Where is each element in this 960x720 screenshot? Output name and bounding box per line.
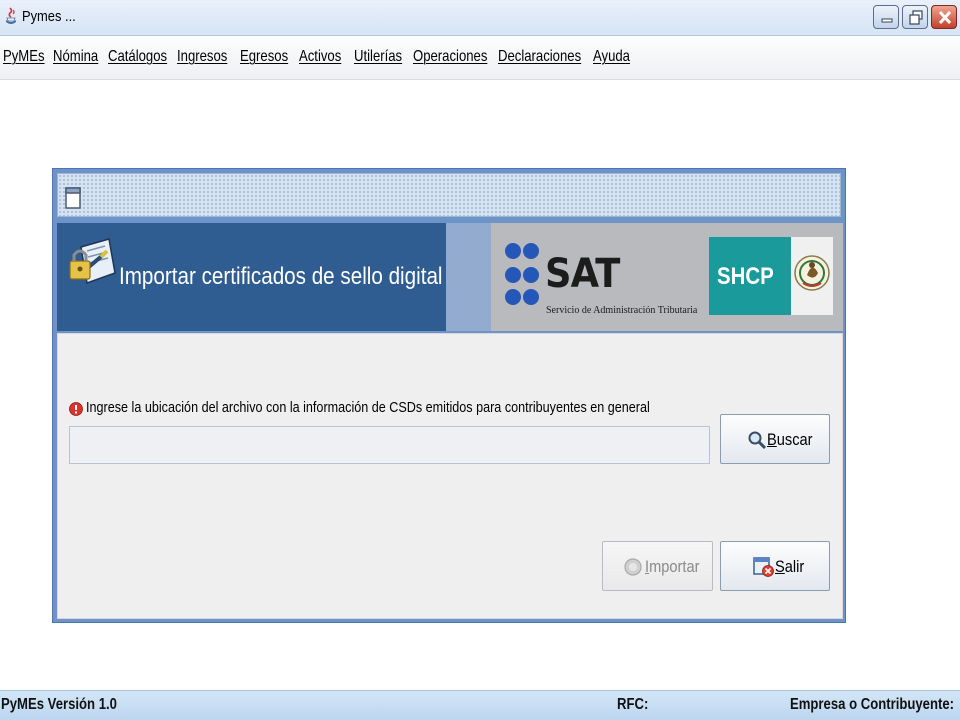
shcp-logo-text: SHCP [717,263,774,290]
window-title: Pymes ... [22,8,76,25]
java-app-icon [6,7,16,24]
sat-logo-text: SAT [545,251,620,297]
dialog-header: Importar certificados de sello digital S… [57,223,843,331]
dialog-content: Ingrese la ubicación del archivo con la … [57,333,843,619]
menu-declaraciones[interactable]: Declaraciones [498,48,581,66]
buscar-label: uscar [776,430,813,449]
menu-nomina[interactable]: Nómina [53,48,98,66]
empresa-label: Empresa o Contribuyente: [790,696,955,713]
menu-operaciones[interactable]: Operaciones [413,48,487,66]
restore-button[interactable] [902,5,928,29]
minimize-button[interactable] [873,5,899,29]
rfc-label: RFC: [617,696,649,713]
internal-frame-title-bar[interactable] [57,173,841,217]
close-button[interactable] [931,5,957,29]
status-bar: PyMEs Versión 1.0 RFC: Empresa o Contrib… [0,690,960,720]
buscar-button[interactable]: Buscar [720,414,830,464]
buscar-mnemonic: B [767,430,777,449]
import-csd-window: Importar certificados de sello digital S… [52,168,846,623]
exit-icon [753,557,774,577]
file-location-label: Ingrese la ubicación del archivo con la … [86,399,650,416]
search-icon [748,431,767,450]
import-disabled-icon [624,558,642,576]
menu-utilerias[interactable]: Utilerías [354,48,402,66]
shcp-logo: SHCP [709,237,791,315]
version-label: PyMEs Versión 1.0 [1,696,117,713]
restore-icon [909,10,923,25]
importar-button[interactable]: Importar [602,541,713,591]
dialog-heading: Importar certificados de sello digital [119,263,443,290]
salir-button[interactable]: Salir [720,541,830,591]
menu-ingresos[interactable]: Ingresos [177,48,227,66]
close-icon [938,10,952,25]
menu-activos[interactable]: Activos [299,48,341,66]
minimize-icon [881,18,893,23]
menu-bar: PyMEs Nómina Catálogos Ingresos Egresos … [0,36,960,80]
header-separator [446,223,491,331]
sat-subtitle: Servicio de Administración Tributaria [546,305,698,316]
menu-ayuda[interactable]: Ayuda [593,48,630,66]
menu-catalogos[interactable]: Catálogos [108,48,167,66]
certificate-lock-icon [69,238,116,285]
importar-label: mportar [649,557,700,576]
frame-document-icon [65,187,81,209]
file-path-input[interactable] [69,426,710,464]
salir-label: alir [784,557,805,576]
required-field-icon [69,402,83,416]
mexico-seal-icon [794,255,830,291]
header-title-panel: Importar certificados de sello digital [57,223,446,331]
mexico-seal-panel [791,237,833,315]
header-logos-panel: SAT Servicio de Administración Tributari… [491,223,843,331]
salir-mnemonic: S [775,557,785,576]
menu-egresos[interactable]: Egresos [240,48,288,66]
menu-pymes[interactable]: PyMEs [3,48,45,66]
window-title-bar: Pymes ... [0,0,960,36]
